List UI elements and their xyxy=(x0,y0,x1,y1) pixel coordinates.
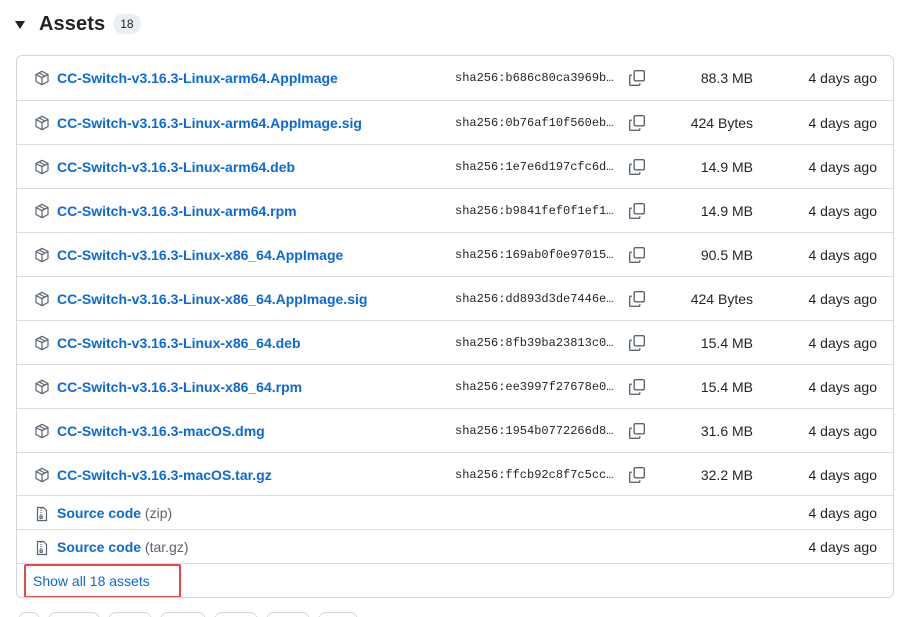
file-zip-icon xyxy=(34,540,50,556)
asset-date: 4 days ago xyxy=(808,247,878,263)
assets-count-badge: 18 xyxy=(113,14,141,34)
package-icon xyxy=(34,291,50,307)
asset-row: CC-Switch-v3.16.3-Linux-arm64.rpm sha256:… xyxy=(17,188,893,232)
source-code-label: Source code xyxy=(57,539,142,555)
assets-header[interactable]: Assets 18 xyxy=(14,10,141,38)
assets-title: Assets xyxy=(39,12,106,35)
asset-date: 4 days ago xyxy=(808,115,878,131)
asset-size: 424 Bytes xyxy=(690,115,753,131)
asset-row: CC-Switch-v3.16.3-Linux-arm64.deb sha256:… xyxy=(17,144,893,188)
asset-size: 32.2 MB xyxy=(700,467,753,483)
asset-size: 88.3 MB xyxy=(700,70,753,86)
show-all-row: Show all 18 assets xyxy=(17,563,893,597)
package-icon xyxy=(34,115,50,131)
asset-row: CC-Switch-v3.16.3-macOS.tar.gz sha256:ffc… xyxy=(17,452,893,496)
source-code-row: Source code (zip) 4 days ago xyxy=(17,495,893,529)
asset-size: 14.9 MB xyxy=(700,203,753,219)
asset-download-link[interactable]: CC-Switch-v3.16.3-Linux-arm64.deb xyxy=(57,159,295,175)
asset-row: CC-Switch-v3.16.3-Linux-x86_64.rpm sha256… xyxy=(17,364,893,408)
reaction-pill[interactable] xyxy=(318,612,358,617)
asset-size: 90.5 MB xyxy=(700,247,753,263)
asset-download-link[interactable]: CC-Switch-v3.16.3-Linux-x86_64.AppImage.… xyxy=(57,291,367,307)
package-icon xyxy=(34,467,50,483)
source-code-zip-link[interactable]: Source code (zip) xyxy=(57,505,172,521)
asset-sha256: sha256:ffcb92c8f7c5cc… xyxy=(455,468,614,482)
asset-sha256: sha256:b9841fef0f1ef1… xyxy=(455,204,614,218)
asset-row: CC-Switch-v3.16.3-Linux-x86_64.AppImage.… xyxy=(17,276,893,320)
triangle-down-icon[interactable] xyxy=(14,19,26,31)
package-icon xyxy=(34,423,50,439)
asset-row: CC-Switch-v3.16.3-macOS.dmg sha256:1954b0… xyxy=(17,408,893,452)
asset-row: CC-Switch-v3.16.3-Linux-x86_64.deb sha256… xyxy=(17,320,893,364)
asset-date: 4 days ago xyxy=(808,539,878,555)
asset-size: 31.6 MB xyxy=(700,423,753,439)
reaction-pill[interactable] xyxy=(266,612,310,617)
asset-sha256: sha256:dd893d3de7446e… xyxy=(455,292,614,306)
asset-date: 4 days ago xyxy=(808,335,878,351)
package-icon xyxy=(34,70,50,86)
reaction-pill[interactable] xyxy=(160,612,206,617)
asset-download-link[interactable]: CC-Switch-v3.16.3-Linux-x86_64.rpm xyxy=(57,379,302,395)
asset-sha256: sha256:1e7e6d197cfc6d… xyxy=(455,160,614,174)
copy-icon[interactable] xyxy=(628,158,646,176)
file-zip-icon xyxy=(34,506,50,522)
copy-icon[interactable] xyxy=(628,114,646,132)
reaction-pill[interactable] xyxy=(48,612,100,617)
copy-icon[interactable] xyxy=(628,378,646,396)
asset-date: 4 days ago xyxy=(808,70,878,86)
source-code-label: Source code xyxy=(57,505,142,521)
reaction-pill[interactable] xyxy=(108,612,152,617)
asset-size: 15.4 MB xyxy=(700,335,753,351)
copy-icon[interactable] xyxy=(628,246,646,264)
package-icon xyxy=(34,335,50,351)
asset-download-link[interactable]: CC-Switch-v3.16.3-Linux-x86_64.AppImage xyxy=(57,247,343,263)
asset-row: CC-Switch-v3.16.3-Linux-arm64.AppImage.s… xyxy=(17,100,893,144)
asset-date: 4 days ago xyxy=(808,379,878,395)
asset-date: 4 days ago xyxy=(808,467,878,483)
asset-download-link[interactable]: CC-Switch-v3.16.3-Linux-arm64.AppImage.s… xyxy=(57,115,362,131)
asset-size: 14.9 MB xyxy=(700,159,753,175)
asset-sha256: sha256:8fb39ba23813c0… xyxy=(455,336,614,350)
copy-icon[interactable] xyxy=(628,202,646,220)
asset-download-link[interactable]: CC-Switch-v3.16.3-Linux-arm64.rpm xyxy=(57,203,297,219)
asset-row: CC-Switch-v3.16.3-Linux-arm64.AppImage sh… xyxy=(17,56,893,100)
copy-icon[interactable] xyxy=(628,69,646,87)
package-icon xyxy=(34,247,50,263)
asset-download-link[interactable]: CC-Switch-v3.16.3-Linux-x86_64.deb xyxy=(57,335,301,351)
asset-date: 4 days ago xyxy=(808,159,878,175)
asset-date: 4 days ago xyxy=(808,203,878,219)
reaction-pill[interactable] xyxy=(214,612,258,617)
source-code-row: Source code (tar.gz) 4 days ago xyxy=(17,529,893,563)
source-code-targz-link[interactable]: Source code (tar.gz) xyxy=(57,539,189,555)
source-code-format: (zip) xyxy=(144,505,173,521)
copy-icon[interactable] xyxy=(628,290,646,308)
reaction-pill[interactable] xyxy=(18,612,40,617)
source-code-format: (tar.gz) xyxy=(144,539,189,555)
asset-download-link[interactable]: CC-Switch-v3.16.3-macOS.dmg xyxy=(57,423,265,439)
asset-sha256: sha256:169ab0f0e97015… xyxy=(455,248,614,262)
package-icon xyxy=(34,379,50,395)
assets-list: CC-Switch-v3.16.3-Linux-arm64.AppImage sh… xyxy=(16,55,894,598)
copy-icon[interactable] xyxy=(628,422,646,440)
copy-icon[interactable] xyxy=(628,334,646,352)
asset-download-link[interactable]: CC-Switch-v3.16.3-macOS.tar.gz xyxy=(57,467,272,483)
asset-date: 4 days ago xyxy=(808,291,878,307)
asset-size: 15.4 MB xyxy=(700,379,753,395)
asset-sha256: sha256:ee3997f27678e0… xyxy=(455,380,614,394)
asset-sha256: sha256:b686c80ca3969b… xyxy=(455,71,614,85)
package-icon xyxy=(34,203,50,219)
asset-size: 424 Bytes xyxy=(690,291,753,307)
asset-row: CC-Switch-v3.16.3-Linux-x86_64.AppImage s… xyxy=(17,232,893,276)
asset-date: 4 days ago xyxy=(808,505,878,521)
asset-download-link[interactable]: CC-Switch-v3.16.3-Linux-arm64.AppImage xyxy=(57,70,338,86)
package-icon xyxy=(34,159,50,175)
asset-sha256: sha256:1954b0772266d8… xyxy=(455,424,614,438)
copy-icon[interactable] xyxy=(628,466,646,484)
asset-sha256: sha256:0b76af10f560eb… xyxy=(455,116,614,130)
asset-date: 4 days ago xyxy=(808,423,878,439)
highlight-box xyxy=(24,564,181,597)
reactions-bar xyxy=(0,606,904,617)
